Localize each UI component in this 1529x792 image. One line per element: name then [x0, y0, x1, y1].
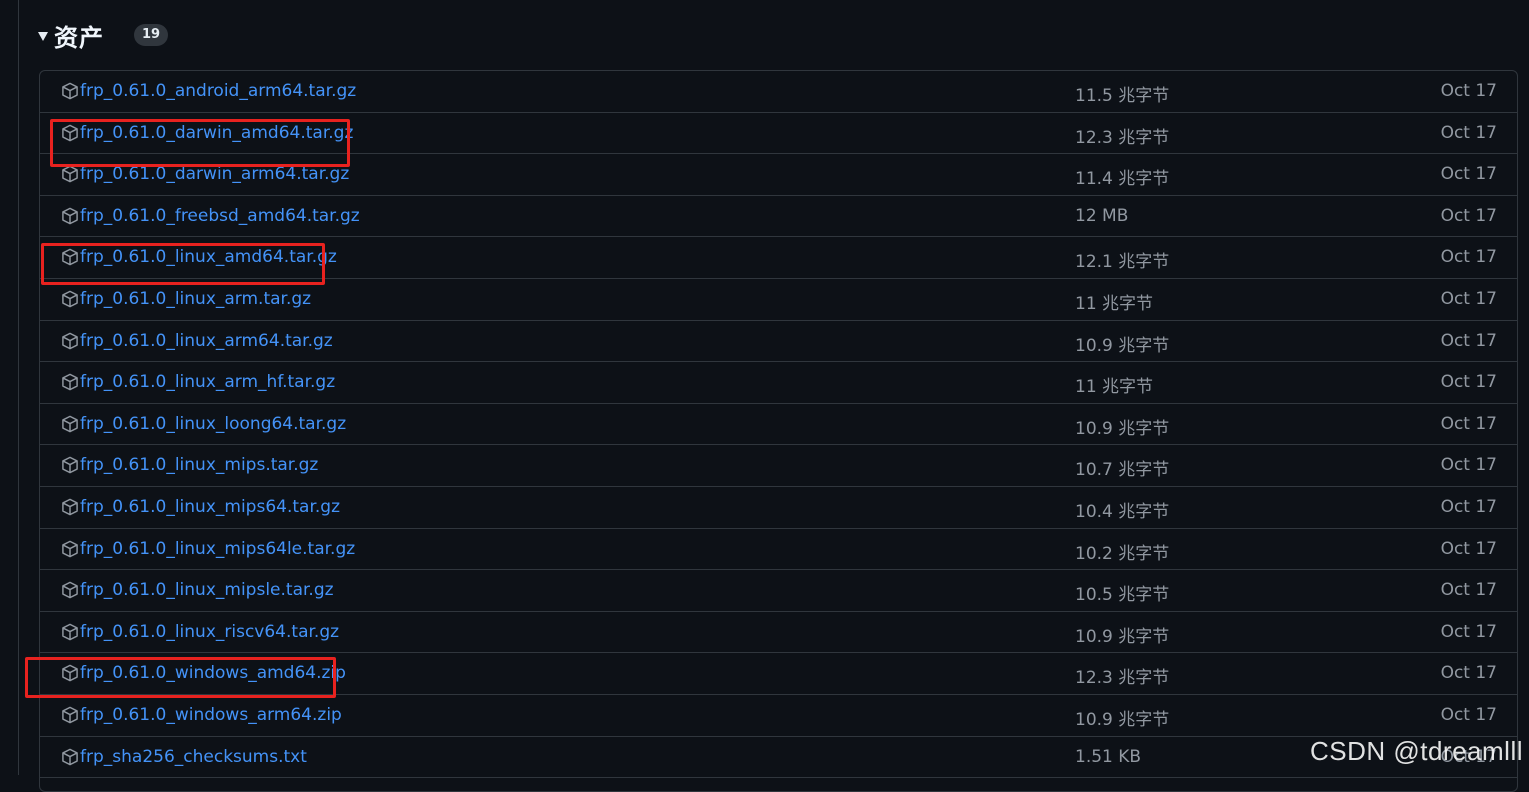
asset-size: 12.3 兆字节	[1075, 123, 1169, 148]
asset-row: frp_sha256_checksums.txt1.51 KBOct 17	[40, 737, 1517, 779]
asset-size: 12.3 兆字节	[1075, 663, 1169, 688]
asset-size: 10.2 兆字节	[1075, 539, 1169, 564]
asset-date: Oct 17	[1441, 331, 1497, 351]
asset-download-link[interactable]: frp_0.61.0_android_arm64.tar.gz	[80, 81, 356, 101]
asset-date: Oct 17	[1441, 206, 1497, 226]
left-timeline-rule	[18, 0, 19, 775]
package-icon	[61, 456, 79, 474]
asset-row: frp_0.61.0_linux_arm.tar.gz 11 兆字节 Oct 17	[40, 279, 1517, 321]
asset-size: 11.4 兆字节	[1075, 164, 1169, 189]
asset-row: frp_0.61.0_linux_mips64.tar.gz 10.4 兆字节 Oc…	[40, 487, 1517, 529]
asset-row: frp_0.61.0_linux_mips.tar.gz 10.7 兆字节 Oct …	[40, 445, 1517, 487]
package-icon	[61, 82, 79, 100]
asset-row: frp_0.61.0_linux_arm64.tar.gz 10.9 兆字节 Oct…	[40, 321, 1517, 363]
package-icon	[61, 748, 79, 766]
package-icon	[61, 540, 79, 558]
asset-date: Oct 17	[1441, 164, 1497, 184]
package-icon	[61, 207, 79, 225]
asset-row: frp_0.61.0_linux_riscv64.tar.gz 10.9 兆字节 O…	[40, 612, 1517, 654]
asset-download-link[interactable]: frp_0.61.0_linux_riscv64.tar.gz	[80, 622, 339, 642]
package-icon	[61, 290, 79, 308]
asset-row: frp_0.61.0_android_arm64.tar.gz 11.5 兆字节 O…	[40, 71, 1517, 113]
package-icon	[61, 165, 79, 183]
highlight-annotation-box	[25, 657, 336, 698]
package-icon	[61, 706, 79, 724]
asset-download-link[interactable]: frp_0.61.0_darwin_arm64.tar.gz	[80, 164, 349, 184]
asset-size: 12 MB	[1075, 206, 1128, 226]
asset-size: 10.9 兆字节	[1075, 414, 1169, 439]
asset-row: frp_0.61.0_linux_loong64.tar.gz 10.9 兆字节 O…	[40, 404, 1517, 446]
watermark: CSDN @tdreamlll	[1310, 736, 1523, 767]
asset-download-link[interactable]: frp_0.61.0_linux_mips64le.tar.gz	[80, 539, 355, 559]
asset-size: 10.9 兆字节	[1075, 622, 1169, 647]
asset-date: Oct 17	[1441, 289, 1497, 309]
asset-size: 11 兆字节	[1075, 289, 1153, 314]
asset-download-link[interactable]: frp_0.61.0_linux_mipsle.tar.gz	[80, 580, 334, 600]
triangle-down-icon[interactable]	[38, 32, 48, 41]
assets-title: 资产	[54, 18, 104, 53]
asset-size: 10.5 兆字节	[1075, 580, 1169, 605]
package-icon	[61, 415, 79, 433]
asset-download-link[interactable]: frp_0.61.0_linux_arm_hf.tar.gz	[80, 372, 335, 392]
asset-size: 11 兆字节	[1075, 372, 1153, 397]
asset-date: Oct 17	[1441, 455, 1497, 475]
asset-date: Oct 17	[1441, 123, 1497, 143]
asset-row: frp_0.61.0_linux_mipsle.tar.gz 10.5 兆字节 Oc…	[40, 570, 1517, 612]
asset-date: Oct 17	[1441, 81, 1497, 101]
asset-date: Oct 17	[1441, 414, 1497, 434]
assets-count-badge: 19	[134, 24, 168, 46]
asset-date: Oct 17	[1441, 372, 1497, 392]
asset-date: Oct 17	[1441, 622, 1497, 642]
assets-header[interactable]: 资产 19	[38, 16, 168, 54]
asset-download-link[interactable]: frp_0.61.0_windows_arm64.zip	[80, 705, 342, 725]
asset-size: 1.51 KB	[1075, 747, 1141, 767]
asset-size: 10.9 兆字节	[1075, 331, 1169, 356]
asset-size: 12.1 兆字节	[1075, 247, 1169, 272]
asset-row: frp_0.61.0_freebsd_amd64.tar.gz 12 MB Oct …	[40, 196, 1517, 238]
package-icon	[61, 332, 79, 350]
highlight-annotation-box	[41, 243, 325, 285]
asset-row: frp_0.61.0_linux_mips64le.tar.gz 10.2 兆字节…	[40, 529, 1517, 571]
asset-date: Oct 17	[1441, 497, 1497, 517]
asset-row: frp_0.61.0_windows_arm64.zip 10.9 兆字节 Oct …	[40, 695, 1517, 737]
asset-download-link[interactable]: frp_0.61.0_linux_mips.tar.gz	[80, 455, 318, 475]
asset-download-link[interactable]: frp_sha256_checksums.txt	[80, 747, 307, 767]
asset-date: Oct 17	[1441, 247, 1497, 267]
package-icon	[61, 498, 79, 516]
asset-size: 10.9 兆字节	[1075, 705, 1169, 730]
asset-size: 10.4 兆字节	[1075, 497, 1169, 522]
asset-download-link[interactable]: frp_0.61.0_linux_arm64.tar.gz	[80, 331, 333, 351]
asset-row: frp_0.61.0_linux_arm_hf.tar.gz 11 兆字节 Oct …	[40, 362, 1517, 404]
asset-date: Oct 17	[1441, 705, 1497, 725]
package-icon	[61, 581, 79, 599]
asset-date: Oct 17	[1441, 663, 1497, 683]
highlight-annotation-box	[50, 119, 350, 167]
asset-download-link[interactable]: frp_0.61.0_freebsd_amd64.tar.gz	[80, 206, 360, 226]
asset-date: Oct 17	[1441, 580, 1497, 600]
asset-size: 11.5 兆字节	[1075, 81, 1169, 106]
package-icon	[61, 623, 79, 641]
asset-size: 10.7 兆字节	[1075, 455, 1169, 480]
asset-download-link[interactable]: frp_0.61.0_linux_arm.tar.gz	[80, 289, 311, 309]
package-icon	[61, 373, 79, 391]
asset-download-link[interactable]: frp_0.61.0_linux_loong64.tar.gz	[80, 414, 346, 434]
asset-download-link[interactable]: frp_0.61.0_linux_mips64.tar.gz	[80, 497, 340, 517]
asset-date: Oct 17	[1441, 539, 1497, 559]
